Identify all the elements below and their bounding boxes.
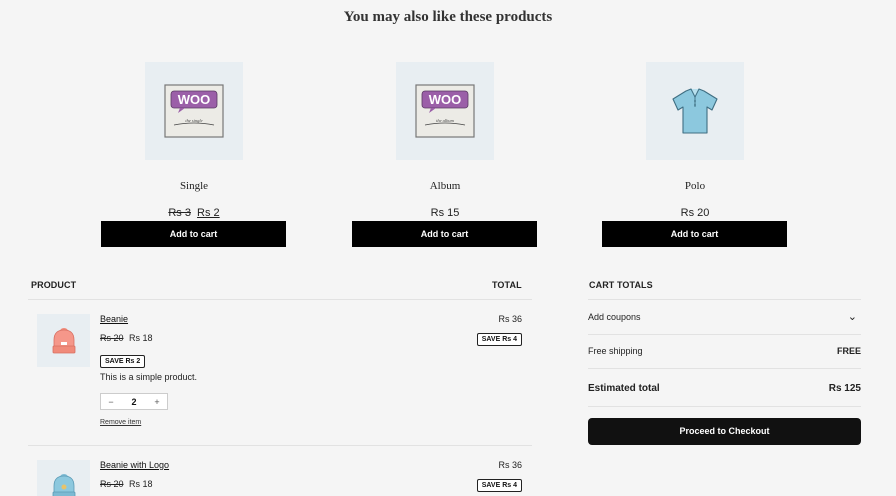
section-title: You may also like these products xyxy=(343,9,553,25)
divider xyxy=(588,406,861,407)
divider xyxy=(28,445,532,446)
price-sale: Rs 18 xyxy=(129,333,153,343)
quantity-decrease-button[interactable]: − xyxy=(101,397,121,407)
svg-text:the single: the single xyxy=(185,118,202,123)
add-to-cart-button[interactable]: Add to cart xyxy=(602,221,787,247)
estimated-total-row: Estimated total Rs 125 xyxy=(588,377,861,399)
price-sale: Rs 18 xyxy=(129,479,153,489)
product-price: Rs 3 Rs 2 xyxy=(101,206,287,220)
divider xyxy=(28,299,532,300)
price-regular: Rs 15 xyxy=(430,207,460,219)
cart-item-description: This is a simple product. xyxy=(100,372,198,382)
price-old: Rs 3 xyxy=(168,207,191,219)
chevron-down-icon: ⌄ xyxy=(847,311,857,323)
cart-item-beanie-with-logo: Beanie with Logo Rs 20 Rs 18 Rs 36 SAVE … xyxy=(37,460,522,496)
cart-item-beanie: Beanie Rs 20 Rs 18 SAVE Rs 2 This is a s… xyxy=(37,314,522,434)
product-name[interactable]: Polo xyxy=(602,180,788,192)
save-badge-label: SAVE Rs 2 xyxy=(100,355,146,368)
line-total: Rs 36 xyxy=(498,314,522,324)
polo-shirt-icon[interactable] xyxy=(646,62,744,160)
save-badge: SAVE Rs 2 xyxy=(100,350,146,368)
proceed-to-checkout-button[interactable]: Proceed to Checkout xyxy=(588,418,861,445)
price-sale: Rs 2 xyxy=(197,207,220,219)
divider xyxy=(588,368,861,369)
product-price: Rs 20 xyxy=(602,206,788,220)
cart-totals-heading: CART TOTALS xyxy=(589,280,653,290)
estimated-total-label: Estimated total xyxy=(588,382,660,394)
line-save-label: SAVE Rs 4 xyxy=(476,479,522,492)
woo-single-icon[interactable]: WOO the single xyxy=(145,62,243,160)
beanie-orange-icon[interactable] xyxy=(37,314,90,367)
cart-item-price: Rs 20 Rs 18 xyxy=(100,479,153,489)
divider xyxy=(588,334,861,335)
product-price: Rs 15 xyxy=(352,206,538,220)
quantity-increase-button[interactable]: + xyxy=(147,397,167,407)
svg-text:WOO: WOO xyxy=(429,92,462,107)
product-card-polo: Polo Rs 20 Add to cart xyxy=(602,62,788,247)
line-save-label: SAVE Rs 4 xyxy=(476,333,522,346)
column-header-product: PRODUCT xyxy=(31,280,77,290)
add-coupons-toggle[interactable]: Add coupons ⌄ xyxy=(588,306,861,328)
price-old: Rs 20 xyxy=(100,479,124,489)
product-name[interactable]: Album xyxy=(352,180,538,192)
add-to-cart-button[interactable]: Add to cart xyxy=(101,221,286,247)
woo-album-icon[interactable]: WOO the album xyxy=(396,62,494,160)
product-name[interactable]: Single xyxy=(101,180,287,192)
divider xyxy=(588,299,861,300)
beanie-blue-icon[interactable] xyxy=(37,460,90,496)
quantity-stepper: − 2 + xyxy=(100,393,168,410)
price-regular: Rs 20 xyxy=(680,207,710,219)
product-card-album: WOO the album Album Rs 15 Add to cart xyxy=(352,62,538,247)
shipping-value: FREE xyxy=(836,346,861,356)
estimated-total-value: Rs 125 xyxy=(828,382,861,394)
cart-item-name-link[interactable]: Beanie xyxy=(100,314,128,324)
svg-text:WOO: WOO xyxy=(178,92,211,107)
cart-item-price: Rs 20 Rs 18 xyxy=(100,333,153,343)
line-save-badge: SAVE Rs 4 xyxy=(476,474,522,492)
shipping-label: Free shipping xyxy=(588,346,643,356)
remove-item-link[interactable]: Remove item xyxy=(100,419,141,426)
price-old: Rs 20 xyxy=(100,333,124,343)
line-total: Rs 36 xyxy=(498,460,522,470)
svg-text:the album: the album xyxy=(436,118,455,123)
quantity-input[interactable]: 2 xyxy=(124,397,144,407)
line-save-badge: SAVE Rs 4 xyxy=(476,328,522,346)
shipping-row: Free shipping FREE xyxy=(588,340,861,362)
cart-page: You may also like these products WOO the… xyxy=(0,0,896,496)
column-header-total: TOTAL xyxy=(492,280,522,290)
product-card-single: WOO the single Single Rs 3 Rs 2 Add to c… xyxy=(101,62,287,247)
add-coupons-label: Add coupons xyxy=(588,312,641,322)
add-to-cart-button[interactable]: Add to cart xyxy=(352,221,537,247)
cart-item-name-link[interactable]: Beanie with Logo xyxy=(100,460,169,470)
